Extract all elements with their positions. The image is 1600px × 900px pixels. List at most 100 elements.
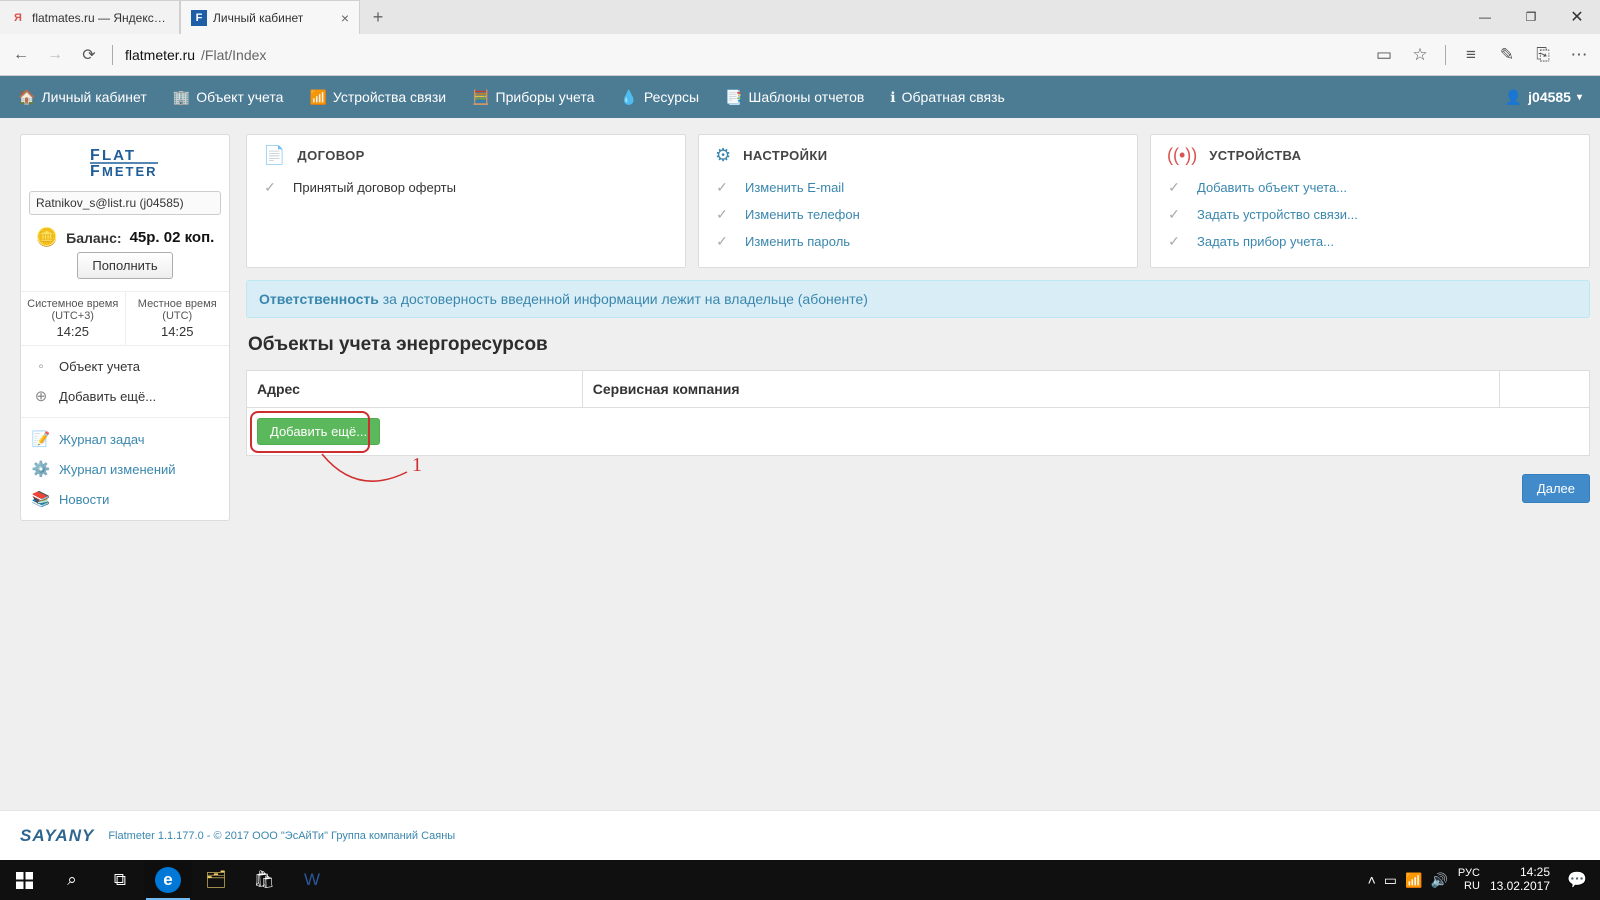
nav-comm-devices[interactable]: 📶Устройства связи	[309, 89, 446, 106]
tab-label: flatmates.ru — Яндекс: наш	[32, 11, 169, 25]
system-time: Системное время (UTC+3) 14:25	[21, 292, 125, 345]
check-icon: ✓	[1167, 206, 1181, 223]
address-path: /Flat/Index	[201, 47, 266, 63]
sidebar-journal-tasks[interactable]: 📝Журнал задач	[29, 424, 221, 454]
forward-icon[interactable]: →	[44, 46, 66, 64]
logo: F LAT F METER	[21, 135, 229, 185]
broadcast-icon: ((•))	[1167, 145, 1197, 166]
more-icon[interactable]: ⋯	[1568, 45, 1590, 65]
address-bar[interactable]: flatmeter.ru/Flat/Index	[125, 47, 1361, 63]
template-icon: 📑	[725, 89, 742, 106]
taskbar-explorer[interactable]: 🗂	[192, 860, 240, 900]
nav-report-templates[interactable]: 📑Шаблоны отчетов	[725, 89, 864, 106]
favicon-flatmeter-icon: F	[191, 10, 207, 26]
start-button[interactable]	[0, 860, 48, 900]
settings-change-email[interactable]: ✓Изменить E-mail	[715, 174, 1121, 201]
window-close-button[interactable]: ✕	[1554, 0, 1600, 34]
topup-button[interactable]: Пополнить	[77, 252, 172, 279]
check-icon: ✓	[715, 179, 729, 196]
card-settings: ⚙НАСТРОЙКИ ✓Изменить E-mail ✓Изменить те…	[698, 134, 1138, 268]
drop-icon: 💧	[620, 89, 637, 106]
devices-set-meter[interactable]: ✓Задать прибор учета...	[1167, 228, 1573, 255]
check-icon: ✓	[263, 179, 277, 196]
sidebar-object-heading: ◦Объект учета	[29, 352, 221, 381]
local-time: Местное время (UTC) 14:25	[125, 292, 230, 345]
user-menu[interactable]: 👤 j04585 ▾	[1505, 89, 1582, 106]
taskbar: ⌕ ⧉ e 🗂 🛍 W ˄ ▭ 📶 🔊 РУС RU 14:25 13.02.2…	[0, 860, 1600, 900]
taskbar-edge[interactable]: e	[144, 860, 192, 900]
objects-table: Адрес Сервисная компания Добавить ещё...…	[246, 370, 1590, 456]
browser-titlebar: Я flatmates.ru — Яндекс: наш F Личный ка…	[0, 0, 1600, 34]
taskbar-word[interactable]: W	[288, 860, 336, 900]
tray-battery-icon[interactable]: ▭	[1384, 872, 1397, 889]
th-actions	[1500, 371, 1590, 408]
refresh-icon[interactable]: ⟳	[78, 45, 100, 65]
next-button[interactable]: Далее	[1522, 474, 1590, 503]
action-center-icon[interactable]: 💬	[1560, 860, 1594, 900]
new-tab-button[interactable]: +	[360, 0, 396, 34]
browser-toolbar: ← → ⟳ flatmeter.ru/Flat/Index ▭ ☆ ≡ ✎ ⎘ …	[0, 34, 1600, 76]
window-maximize-button[interactable]: ❐	[1508, 0, 1554, 34]
check-icon: ✓	[715, 233, 729, 250]
webnote-icon[interactable]: ✎	[1496, 45, 1518, 65]
home-icon: 🏠	[18, 89, 35, 106]
balance-value: 45р. 02 коп.	[130, 229, 215, 246]
sidebar-add-more[interactable]: ⊕Добавить ещё...	[29, 381, 221, 411]
tray-wifi-icon[interactable]: 📶	[1405, 872, 1422, 889]
footer-brand: SAYANY	[20, 827, 94, 844]
user-email-field[interactable]: Ratnikov_s@list.ru (j04585)	[29, 191, 221, 215]
window-minimize-button[interactable]: —	[1462, 0, 1508, 34]
tray-volume-icon[interactable]: 🔊	[1430, 872, 1447, 889]
nav-feedback[interactable]: ℹОбратная связь	[890, 89, 1004, 106]
back-icon[interactable]: ←	[10, 46, 32, 64]
add-more-button[interactable]: Добавить ещё...	[257, 418, 380, 445]
info-banner: Ответственность за достоверность введенн…	[246, 280, 1590, 318]
devices-add-object[interactable]: ✓Добавить объект учета...	[1167, 174, 1573, 201]
devices-set-comm[interactable]: ✓Задать устройство связи...	[1167, 201, 1573, 228]
user-icon: 👤	[1505, 89, 1522, 106]
footer-text: Flatmeter 1.1.177.0 - © 2017 ООО "ЭсАйТи…	[108, 830, 455, 842]
settings-change-phone[interactable]: ✓Изменить телефон	[715, 201, 1121, 228]
balance-label: Баланс:	[66, 230, 121, 246]
tray-clock[interactable]: 14:25 13.02.2017	[1490, 866, 1550, 894]
section-title: Объекты учета энергоресурсов	[248, 334, 1590, 356]
settings-change-password[interactable]: ✓Изменить пароль	[715, 228, 1121, 255]
nav-resources[interactable]: 💧Ресурсы	[620, 89, 699, 106]
book-icon: 📚	[31, 490, 51, 508]
svg-text:LAT: LAT	[102, 147, 136, 164]
nav-personal-cabinet[interactable]: 🏠Личный кабинет	[18, 89, 147, 106]
th-address: Адрес	[247, 371, 583, 408]
tray-language[interactable]: РУС RU	[1458, 867, 1480, 892]
search-icon[interactable]: ⌕	[48, 860, 96, 900]
sidebar: F LAT F METER Ratnikov_s@list.ru (j04585…	[20, 134, 230, 521]
taskbar-store[interactable]: 🛍	[240, 860, 288, 900]
balance: 🪙 Баланс: 45р. 02 коп.	[21, 221, 229, 252]
check-icon: ✓	[715, 206, 729, 223]
sidebar-journal-changes[interactable]: ⚙️Журнал изменений	[29, 454, 221, 484]
tab-yandex[interactable]: Я flatmates.ru — Яндекс: наш	[0, 0, 180, 34]
share-icon[interactable]: ⎘	[1532, 45, 1554, 65]
signal-icon: 📶	[309, 89, 326, 106]
card-devices: ((•))УСТРОЙСТВА ✓Добавить объект учета..…	[1150, 134, 1590, 268]
gear-icon: ⚙️	[31, 460, 51, 478]
th-company: Сервисная компания	[582, 371, 1499, 408]
favorite-icon[interactable]: ☆	[1409, 45, 1431, 65]
close-tab-icon[interactable]: ×	[341, 10, 349, 26]
info-icon: ℹ	[890, 89, 895, 106]
tab-flatmeter[interactable]: F Личный кабинет ×	[180, 0, 360, 34]
gear-icon: ⚙	[715, 145, 731, 166]
hub-icon[interactable]: ≡	[1460, 45, 1482, 65]
address-host: flatmeter.ru	[125, 47, 195, 63]
favicon-yandex-icon: Я	[10, 10, 26, 26]
coins-icon: 🪙	[36, 227, 58, 248]
sidebar-news[interactable]: 📚Новости	[29, 484, 221, 514]
pencil-icon: 📝	[31, 430, 51, 448]
svg-text:F: F	[90, 163, 100, 179]
reading-view-icon[interactable]: ▭	[1373, 45, 1395, 65]
tray-chevron-up-icon[interactable]: ˄	[1368, 872, 1376, 888]
task-view-icon[interactable]: ⧉	[96, 860, 144, 900]
nav-meters[interactable]: 🧮Приборы учета	[472, 89, 594, 106]
svg-text:F: F	[90, 147, 100, 164]
app-navbar: 🏠Личный кабинет 🏢Объект учета 📶Устройств…	[0, 76, 1600, 118]
nav-object[interactable]: 🏢Объект учета	[173, 89, 284, 106]
